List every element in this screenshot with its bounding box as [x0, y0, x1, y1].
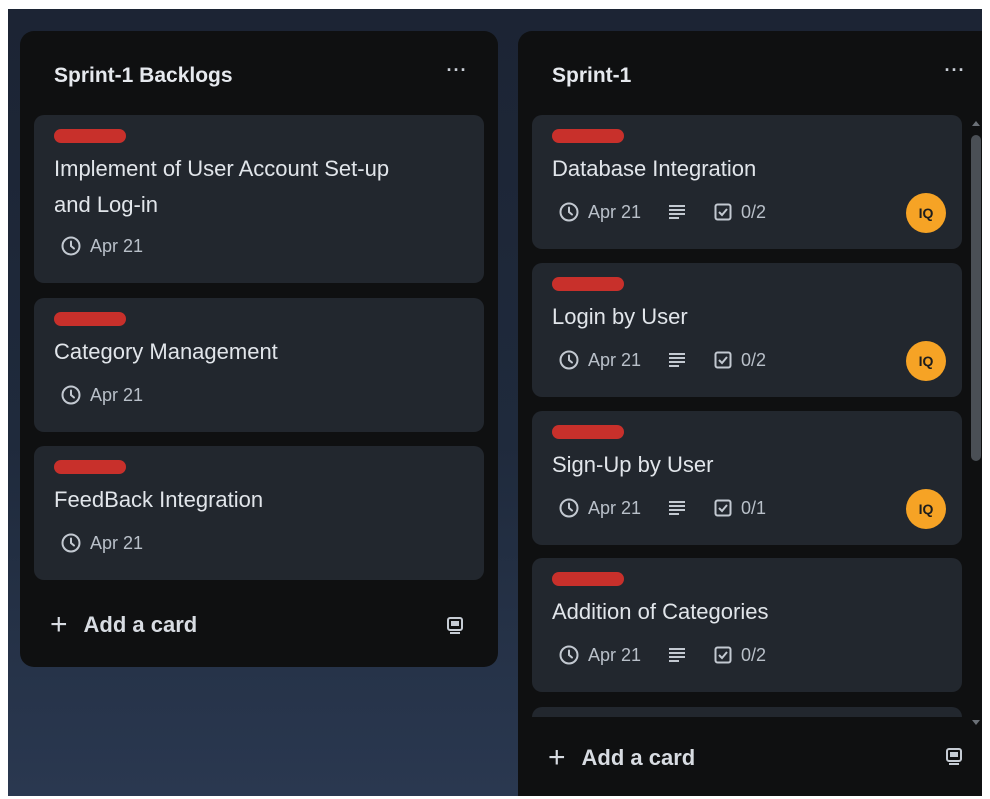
board: Sprint-1 Backlogs ··· Implement of User …: [8, 9, 982, 796]
add-card-label: Add a card: [581, 745, 696, 770]
description-badge: [667, 499, 687, 517]
card-badges: Apr 21 0/2: [558, 201, 792, 223]
clock-icon: [61, 236, 81, 256]
add-card-label: Add a card: [83, 612, 198, 637]
due-date-badge[interactable]: Apr 21: [60, 235, 143, 257]
card-title: Database Integration: [552, 156, 757, 181]
card-label[interactable]: [552, 425, 624, 439]
create-from-template-button[interactable]: [445, 615, 465, 640]
list-title[interactable]: Sprint-1: [552, 64, 631, 88]
description-badge: [667, 203, 687, 221]
card-title: FeedBack Integration: [54, 487, 264, 512]
due-date: Apr 21: [588, 644, 642, 665]
card-label[interactable]: [552, 129, 624, 143]
card-badges: Apr 21: [60, 235, 169, 257]
card[interactable]: Implement of User Account Set-up and Log…: [34, 115, 484, 283]
more-options-button[interactable]: ···: [444, 61, 470, 85]
due-date: Apr 21: [588, 349, 642, 370]
card-partial[interactable]: [532, 707, 962, 717]
card-badges: Apr 21 0/2: [558, 349, 792, 371]
card-title: Addition of Categories: [552, 599, 769, 624]
card-badges: Apr 21 0/2: [558, 644, 792, 666]
card-title: Implement of User Account Set-up: [54, 156, 390, 181]
list-header: Sprint-1 ···: [518, 31, 982, 115]
due-date-badge[interactable]: Apr 21: [558, 644, 641, 666]
more-options-button[interactable]: ···: [942, 61, 968, 85]
card[interactable]: Category Management Apr 21: [34, 298, 484, 432]
due-date: Apr 21: [588, 497, 642, 518]
due-date-badge[interactable]: Apr 21: [558, 497, 641, 519]
card-title: Sign-Up by User: [552, 452, 714, 477]
card-label[interactable]: [552, 277, 624, 291]
clock-icon: [559, 202, 579, 222]
clock-icon: [61, 385, 81, 405]
card-title: Category Management: [54, 339, 278, 364]
clock-icon: [559, 350, 579, 370]
checklist-icon: [714, 203, 732, 221]
checklist-icon: [714, 646, 732, 664]
description-lines-icon: [669, 648, 686, 662]
description-lines-icon: [669, 353, 686, 367]
due-date-badge[interactable]: Apr 21: [60, 532, 143, 554]
list-title[interactable]: Sprint-1 Backlogs: [54, 64, 233, 88]
clock-icon: [559, 645, 579, 665]
card-badges: Apr 21: [60, 384, 169, 406]
card[interactable]: Addition of Categories Apr 21 0/2: [532, 558, 962, 692]
list-header: Sprint-1 Backlogs ···: [20, 31, 498, 115]
card-label[interactable]: [54, 129, 126, 143]
due-date-badge[interactable]: Apr 21: [60, 384, 143, 406]
checklist-icon: [714, 499, 732, 517]
due-date: Apr 21: [588, 201, 642, 222]
due-date: Apr 21: [90, 235, 144, 256]
scroll-up-arrow[interactable]: [972, 121, 980, 126]
description-lines-icon: [669, 205, 686, 219]
card-title: Login by User: [552, 304, 688, 329]
member-avatar[interactable]: IQ: [906, 489, 946, 529]
member-avatar[interactable]: IQ: [906, 193, 946, 233]
checklist-badge: 0/2: [713, 202, 766, 223]
due-date: Apr 21: [90, 532, 144, 553]
list-sprint-1: Sprint-1 ··· Database Integration Apr 21…: [518, 31, 982, 796]
add-card-button[interactable]: + Add a card: [50, 608, 198, 641]
card-label[interactable]: [54, 312, 126, 326]
card[interactable]: FeedBack Integration Apr 21: [34, 446, 484, 580]
add-card-button[interactable]: + Add a card: [548, 741, 696, 774]
description-badge: [667, 351, 687, 369]
scroll-thumb[interactable]: [971, 135, 981, 461]
create-from-template-button[interactable]: [944, 746, 964, 771]
due-date: Apr 21: [90, 384, 144, 405]
card-label[interactable]: [54, 460, 126, 474]
card-label[interactable]: [552, 572, 624, 586]
plus-icon: +: [50, 608, 68, 641]
checklist-count: 0/2: [741, 644, 767, 665]
card[interactable]: Database Integration Apr 21 0/2 IQ: [532, 115, 962, 249]
clock-icon: [61, 533, 81, 553]
list-sprint-1-backlogs: Sprint-1 Backlogs ··· Implement of User …: [20, 31, 498, 667]
card-title-line-2: and Log-in: [54, 192, 158, 217]
checklist-count: 0/2: [741, 349, 767, 370]
description-lines-icon: [669, 501, 686, 515]
clock-icon: [559, 498, 579, 518]
member-avatar[interactable]: IQ: [906, 341, 946, 381]
card-template-icon: [447, 617, 463, 634]
checklist-icon: [714, 351, 732, 369]
scroll-down-arrow[interactable]: [972, 720, 980, 725]
checklist-count: 0/2: [741, 201, 767, 222]
checklist-badge: 0/2: [713, 350, 766, 371]
plus-icon: +: [548, 741, 566, 774]
checklist-badge: 0/2: [713, 645, 766, 666]
checklist-badge: 0/1: [713, 498, 766, 519]
card-badges: Apr 21: [60, 532, 169, 554]
list-scrollbar[interactable]: [968, 117, 982, 729]
card[interactable]: Login by User Apr 21 0/2 IQ: [532, 263, 962, 397]
checklist-count: 0/1: [741, 497, 767, 518]
card[interactable]: Sign-Up by User Apr 21 0/1 IQ: [532, 411, 962, 545]
due-date-badge[interactable]: Apr 21: [558, 201, 641, 223]
description-badge: [667, 646, 687, 664]
card-badges: Apr 21 0/1: [558, 497, 792, 519]
card-template-icon: [946, 748, 962, 765]
due-date-badge[interactable]: Apr 21: [558, 349, 641, 371]
